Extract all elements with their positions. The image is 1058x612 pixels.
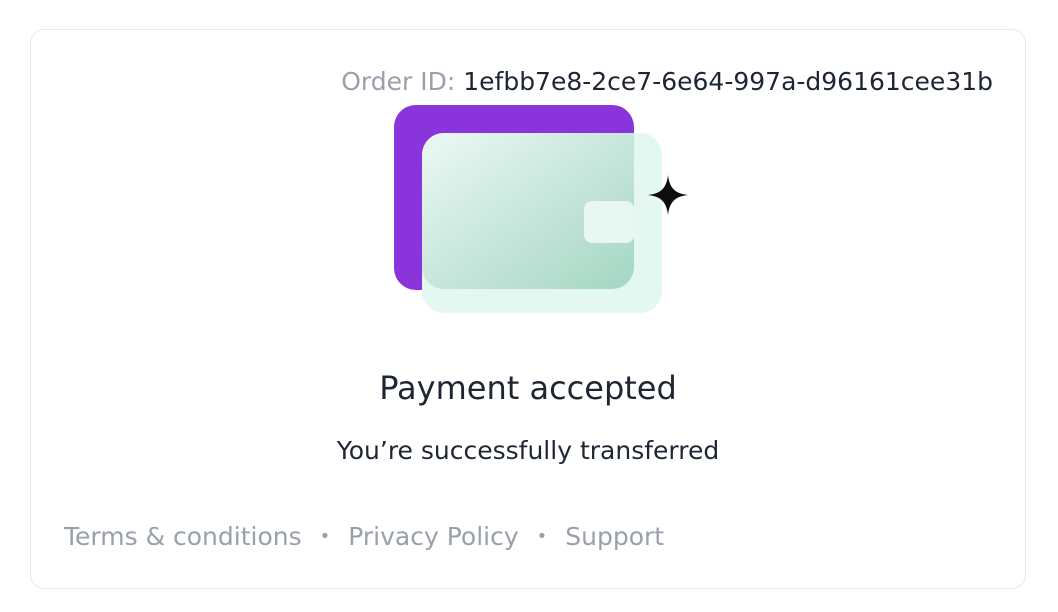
sparkle-icon xyxy=(648,175,688,215)
footer-separator: • xyxy=(319,526,331,547)
order-id-value: 1efbb7e8-2ce7-6e64-997a-d96161cee31b xyxy=(463,67,993,96)
order-id-line: Order ID: 1efbb7e8-2ce7-6e64-997a-d96161… xyxy=(341,67,993,97)
status-subtitle: You’re successfully transferred xyxy=(336,436,720,465)
terms-link[interactable]: Terms & conditions xyxy=(64,521,302,553)
wallet-clasp xyxy=(584,201,634,243)
wallet-icon xyxy=(394,105,688,320)
footer-links: Terms & conditions • Privacy Policy • Su… xyxy=(64,521,664,553)
footer-separator: • xyxy=(536,526,548,547)
privacy-policy-link[interactable]: Privacy Policy xyxy=(348,521,518,553)
order-id-label: Order ID: xyxy=(341,67,456,96)
payment-confirmation-card: Order ID: 1efbb7e8-2ce7-6e64-997a-d96161… xyxy=(30,29,1026,589)
status-title: Payment accepted xyxy=(379,369,677,407)
support-link[interactable]: Support xyxy=(565,521,664,553)
